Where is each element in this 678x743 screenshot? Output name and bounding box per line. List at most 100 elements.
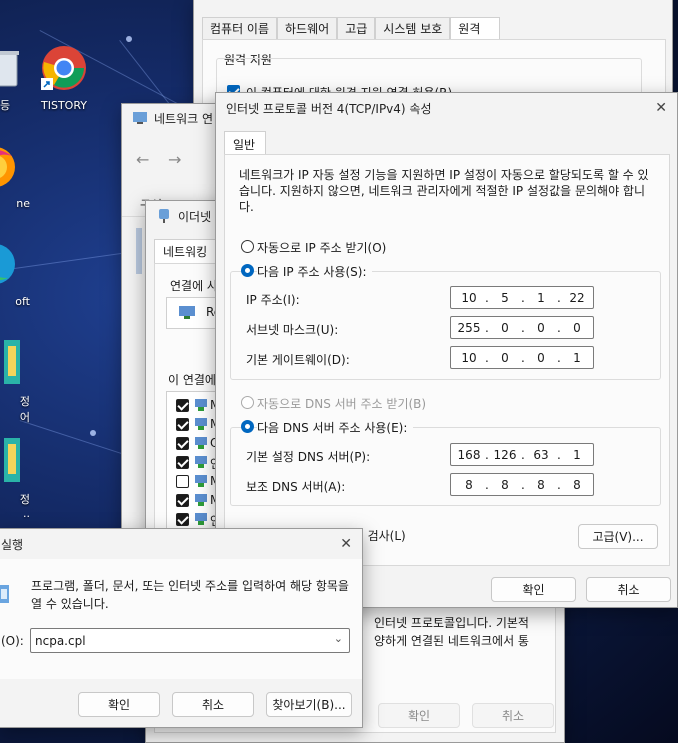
- desktop-icon-label: TISTORY: [41, 99, 87, 112]
- ethernet-ok-button[interactable]: 확인: [378, 703, 460, 728]
- shortcut-icon: [4, 340, 20, 384]
- connect-using-label: 연결에 사: [170, 279, 218, 293]
- preferred-dns-field[interactable]: 168. 126. 63. 1: [450, 443, 594, 466]
- run-ok-button[interactable]: 확인: [78, 692, 160, 717]
- preferred-dns-label: 기본 설정 DNS 서버(P):: [246, 450, 371, 464]
- desktop-icon-label: oft: [15, 295, 30, 308]
- ip-address-field[interactable]: 10. 5. 1. 22: [450, 286, 594, 309]
- manual-ip-label: 다음 IP 주소 사용(S):: [257, 263, 373, 280]
- tab-remote[interactable]: 원격: [450, 17, 501, 39]
- gw-octet-4: 1: [573, 351, 581, 365]
- subnet-mask-field[interactable]: 255. 0. 0. 0: [450, 316, 594, 339]
- desktop-icon-edge[interactable]: oft: [0, 240, 30, 308]
- auto-ip-radio[interactable]: [241, 240, 254, 253]
- dns1-octet-2: 126: [493, 448, 517, 462]
- protocol-icon: [195, 513, 207, 525]
- manual-ip-radio[interactable]: [241, 264, 254, 277]
- gateway-label: 기본 게이트웨이(D):: [246, 353, 350, 367]
- protocol-icon: [195, 418, 207, 430]
- protocol-icon: [195, 399, 207, 411]
- tab-computer-name[interactable]: 컴퓨터 이름: [202, 17, 278, 39]
- tcpip-cancel-button[interactable]: 취소: [586, 577, 671, 602]
- item-checkbox[interactable]: [176, 513, 189, 526]
- run-dialog-title: 실행: [1, 537, 24, 552]
- protocol-icon: [195, 475, 207, 487]
- items-list-label: 이 연결에: [168, 373, 216, 387]
- gw-octet-2: 0: [501, 351, 509, 365]
- item-checkbox[interactable]: [176, 494, 189, 507]
- close-icon[interactable]: ✕: [340, 536, 352, 552]
- network-adapter-icon: [179, 306, 195, 319]
- forward-arrow-icon[interactable]: →: [168, 150, 181, 169]
- run-browse-button[interactable]: 찾아보기(B)...: [266, 692, 352, 717]
- desktop-icon-shortcut-2[interactable]: 정 ..: [0, 436, 30, 520]
- item-checkbox[interactable]: [176, 437, 189, 450]
- tcpip-ok-button[interactable]: 확인: [491, 577, 576, 602]
- ip-octet-3: 1: [537, 291, 545, 305]
- ethernet-cancel-button[interactable]: 취소: [472, 703, 554, 728]
- item-checkbox[interactable]: [176, 399, 189, 412]
- sysprops-tab-row: 컴퓨터 이름 하드웨어 고급 시스템 보호 원격: [202, 17, 501, 39]
- desktop-icon-label: 정: [19, 395, 30, 408]
- desktop-icon-browser[interactable]: ne: [0, 144, 30, 210]
- dns2-octet-1: 8: [465, 478, 473, 492]
- protocol-icon: [195, 437, 207, 449]
- chevron-down-icon[interactable]: ⌄: [334, 632, 343, 645]
- ethernet-icon: [159, 209, 169, 223]
- auto-dns-radio[interactable]: [241, 396, 254, 409]
- network-window-title: 네트워크 연: [154, 111, 214, 126]
- desktop-icon-shortcut-1[interactable]: 정 어: [0, 338, 30, 425]
- ip-octet-4: 22: [569, 291, 585, 305]
- manual-dns-radio[interactable]: [241, 420, 254, 433]
- shortcut-arrow-icon: [41, 78, 53, 90]
- ethernet-description-2: 양하게 연결된 네트워크에서 통: [374, 634, 529, 648]
- protocol-icon: [195, 456, 207, 468]
- mask-octet-1: 255: [457, 321, 481, 335]
- tab-networking[interactable]: 네트워킹: [154, 239, 217, 263]
- run-dialog: 실행 ✕ 프로그램, 폴더, 문서, 또는 인터넷 주소를 입력하여 해당 항목…: [0, 528, 363, 728]
- auto-dns-label: 자동으로 DNS 서버 주소 받기(B): [257, 397, 427, 411]
- run-cancel-button[interactable]: 취소: [172, 692, 254, 717]
- recycle-bin-icon: [0, 51, 19, 87]
- tab-hardware[interactable]: 하드웨어: [277, 17, 338, 39]
- auto-ip-label: 자동으로 IP 주소 받기(O): [257, 241, 387, 255]
- close-icon[interactable]: ✕: [655, 100, 667, 116]
- dns2-octet-3: 8: [537, 478, 545, 492]
- dns2-octet-2: 8: [501, 478, 509, 492]
- item-checkbox[interactable]: [176, 456, 189, 469]
- ip-address-label: IP 주소(I):: [246, 293, 300, 307]
- dns2-octet-4: 8: [573, 478, 581, 492]
- mask-octet-2: 0: [501, 321, 509, 335]
- ethernet-window-title: 이더넷: [178, 209, 212, 224]
- ip-octet-1: 10: [461, 291, 477, 305]
- item-checkbox[interactable]: [176, 418, 189, 431]
- desktop-icon-label: ..: [23, 507, 30, 520]
- run-input-field[interactable]: ncpa.cpl ⌄: [30, 628, 350, 653]
- item-checkbox[interactable]: [176, 475, 189, 488]
- alternate-dns-label: 보조 DNS 서버(A):: [246, 480, 346, 494]
- gateway-field[interactable]: 10. 0. 0. 1: [450, 346, 594, 369]
- desktop-icon-tistory[interactable]: TISTORY: [29, 44, 99, 112]
- gw-octet-1: 10: [461, 351, 477, 365]
- tab-system-protection[interactable]: 시스템 보호: [375, 17, 451, 39]
- mask-octet-4: 0: [573, 321, 581, 335]
- subnet-mask-label: 서브넷 마스크(U):: [246, 323, 339, 337]
- tab-advanced[interactable]: 고급: [337, 17, 376, 39]
- open-label: (O):: [1, 634, 24, 648]
- advanced-button[interactable]: 고급(V)...: [578, 524, 658, 549]
- tcpip-description: 네트워크가 IP 자동 설정 기능을 지원하면 IP 설정이 자동으로 할당되도…: [239, 168, 649, 214]
- tcpip-dialog-title: 인터넷 프로토콜 버전 4(TCP/IPv4) 속성: [226, 101, 432, 116]
- back-arrow-icon[interactable]: ←: [136, 150, 149, 169]
- dns1-octet-1: 168: [457, 448, 481, 462]
- alternate-dns-field[interactable]: 8. 8. 8. 8: [450, 473, 594, 496]
- shortcut-icon: [4, 438, 20, 482]
- desktop-icon-label: ne: [16, 197, 30, 210]
- mask-octet-3: 0: [537, 321, 545, 335]
- network-folder-icon: [133, 112, 147, 124]
- protocol-icon: [195, 494, 207, 506]
- desktop-icon-label: 어: [19, 411, 30, 424]
- gw-octet-3: 0: [537, 351, 545, 365]
- tab-general[interactable]: 일반: [224, 131, 266, 155]
- run-description: 프로그램, 폴더, 문서, 또는 인터넷 주소를 입력하여 해당 항목을 열 수…: [31, 579, 349, 611]
- edge-icon: [0, 244, 15, 284]
